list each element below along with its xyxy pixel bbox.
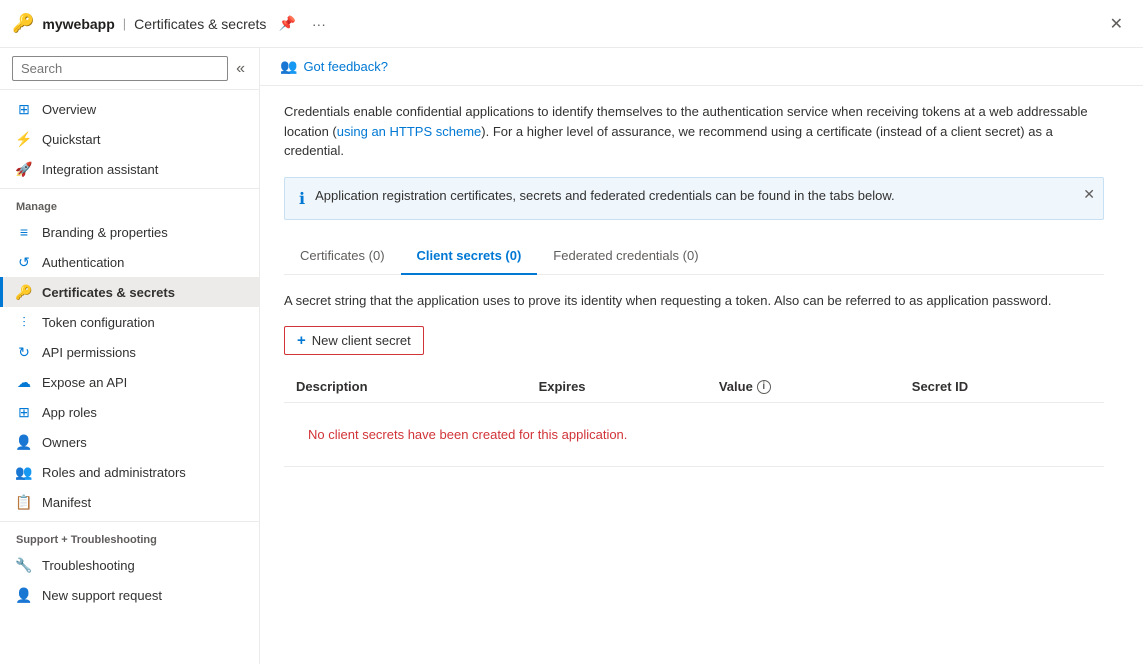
manage-section-label: Manage [0,188,259,217]
app-roles-icon: ⊞ [16,404,32,420]
sidebar-item-expose-api[interactable]: ☁ Expose an API [0,367,259,397]
sidebar-item-roles-administrators[interactable]: 👥 Roles and administrators [0,457,259,487]
value-info-icon[interactable]: i [757,380,771,394]
sidebar-item-label: App roles [42,405,97,420]
page-description: Credentials enable confidential applicat… [284,102,1104,161]
info-icon: ℹ [299,189,305,209]
quickstart-icon: ⚡ [16,131,32,147]
search-input[interactable] [12,56,228,81]
tab-description: A secret string that the application use… [284,291,1104,311]
new-client-secret-button[interactable]: + New client secret [284,326,424,355]
sidebar-item-label: Certificates & secrets [42,285,175,300]
roles-icon: 👥 [16,464,32,480]
expose-icon: ☁ [16,374,32,390]
tab-client-secrets[interactable]: Client secrets (0) [401,240,538,275]
sidebar-nav: ⊞ Overview ⚡ Quickstart 🚀 Integration as… [0,90,259,664]
app-icon: 🔑 [12,13,34,34]
col-description: Description [284,371,527,403]
sidebar-item-label: Quickstart [42,132,101,147]
new-secret-button-label: New client secret [312,333,411,348]
sidebar-item-app-roles[interactable]: ⊞ App roles [0,397,259,427]
feedback-bar: 👥 Got feedback? [260,48,1143,86]
sidebar-item-manifest[interactable]: 📋 Manifest [0,487,259,517]
info-banner-close-button[interactable]: ✕ [1083,186,1095,203]
branding-icon: ≡ [16,224,32,240]
support-section-label: Support + Troubleshooting [0,521,259,550]
sidebar-item-quickstart[interactable]: ⚡ Quickstart [0,124,259,154]
sidebar-item-certificates-secrets[interactable]: 🔑 Certificates & secrets [0,277,259,307]
sidebar-item-label: New support request [42,588,162,603]
sidebar-item-label: Expose an API [42,375,127,390]
page-title: Certificates & secrets [134,16,266,32]
troubleshooting-icon: 🔧 [16,557,32,573]
plus-icon: + [297,332,306,349]
info-banner-text: Application registration certificates, s… [315,188,1089,203]
sidebar-item-authentication[interactable]: ↺ Authentication [0,247,259,277]
sidebar-item-label: Roles and administrators [42,465,186,480]
info-banner: ℹ Application registration certificates,… [284,177,1104,220]
sidebar-item-token-configuration[interactable]: ⫶ Token configuration [0,307,259,337]
collapse-button[interactable]: « [234,58,247,80]
sidebar-item-label: Branding & properties [42,225,168,240]
manifest-icon: 📋 [16,494,32,510]
sidebar: « ⊞ Overview ⚡ Quickstart 🚀 Integration … [0,48,260,664]
sidebar-item-new-support-request[interactable]: 👤 New support request [0,580,259,610]
https-link[interactable]: using an HTTPS scheme [337,124,482,139]
sidebar-item-label: Overview [42,102,96,117]
secrets-table: Description Expires Value i Secret ID [284,371,1104,467]
col-expires: Expires [527,371,707,403]
app-body: « ⊞ Overview ⚡ Quickstart 🚀 Integration … [0,48,1143,664]
sidebar-item-label: Authentication [42,255,124,270]
more-button[interactable]: ··· [308,13,330,34]
sidebar-item-label: Troubleshooting [42,558,135,573]
col-value: Value i [707,371,900,403]
integration-icon: 🚀 [16,161,32,177]
feedback-icon: 👥 [280,58,297,75]
sidebar-item-troubleshooting[interactable]: 🔧 Troubleshooting [0,550,259,580]
sidebar-item-label: Manifest [42,495,91,510]
no-data-message: No client secrets have been created for … [296,411,1092,458]
tab-certificates[interactable]: Certificates (0) [284,240,401,275]
title-separator: | [123,16,126,31]
sidebar-item-label: Owners [42,435,87,450]
close-button[interactable]: ✕ [1102,12,1131,36]
sidebar-item-owners[interactable]: 👤 Owners [0,427,259,457]
sidebar-item-branding[interactable]: ≡ Branding & properties [0,217,259,247]
owners-icon: 👤 [16,434,32,450]
title-actions: 📌 ··· [274,13,329,34]
main-content: 👥 Got feedback? Credentials enable confi… [260,48,1143,664]
overview-icon: ⊞ [16,101,32,117]
api-icon: ↻ [16,344,32,360]
pin-button[interactable]: 📌 [274,13,299,34]
sidebar-item-label: API permissions [42,345,136,360]
token-icon: ⫶ [16,314,32,330]
feedback-text[interactable]: Got feedback? [303,59,388,74]
col-secret-id: Secret ID [900,371,1104,403]
sidebar-item-api-permissions[interactable]: ↻ API permissions [0,337,259,367]
sidebar-item-overview[interactable]: ⊞ Overview [0,94,259,124]
tab-content-client-secrets: A secret string that the application use… [284,275,1104,468]
support-request-icon: 👤 [16,587,32,603]
sidebar-search-area: « [0,48,259,90]
table-row-empty: No client secrets have been created for … [284,403,1104,467]
tab-federated-credentials[interactable]: Federated credentials (0) [537,240,714,275]
title-bar: 🔑 mywebapp | Certificates & secrets 📌 ··… [0,0,1143,48]
content-area: Credentials enable confidential applicat… [260,86,1143,483]
sidebar-item-label: Token configuration [42,315,155,330]
sidebar-item-integration-assistant[interactable]: 🚀 Integration assistant [0,154,259,184]
auth-icon: ↺ [16,254,32,270]
key-icon: 🔑 [16,284,32,300]
sidebar-item-label: Integration assistant [42,162,158,177]
tabs-container: Certificates (0) Client secrets (0) Fede… [284,240,1104,275]
app-name: mywebapp [42,16,114,32]
